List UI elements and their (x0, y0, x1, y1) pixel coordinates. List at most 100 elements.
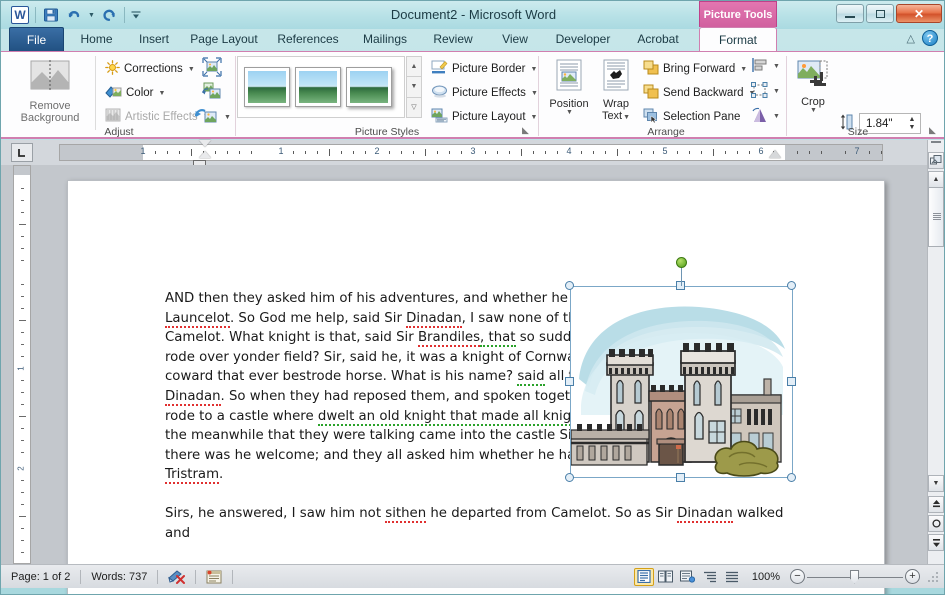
minimize-ribbon-icon[interactable]: △ (907, 32, 915, 45)
tab-home[interactable]: Home (69, 27, 124, 52)
right-indent-marker[interactable] (769, 150, 781, 158)
castle-clipart[interactable] (571, 287, 792, 477)
chevron-down-icon: ▼ (810, 107, 817, 114)
vruler-number: 2 (17, 466, 26, 470)
ruler-number: 2 (374, 146, 379, 156)
ribbon-group-size: Crop ▼ 1.84" ▲▼ (1, 52, 945, 139)
select-browse-object-button[interactable] (928, 515, 944, 532)
page-indicator[interactable]: Page: 1 of 2 (1, 566, 80, 588)
tab-page-layout[interactable]: Page Layout (182, 27, 266, 52)
qat-divider-2 (124, 7, 125, 23)
tab-insert[interactable]: Insert (128, 27, 180, 52)
crop-button[interactable]: Crop ▼ (792, 56, 834, 114)
word-count[interactable]: Words: 737 (81, 566, 157, 588)
paragraph[interactable]: Sirs, he answered, I saw him not sithen … (165, 504, 787, 543)
handle-top-right[interactable] (787, 281, 796, 290)
ruler-row: 1 1 2 3 4 5 6 7 (1, 140, 945, 165)
zoom-slider-knob[interactable] (850, 570, 859, 584)
redo-icon[interactable] (99, 5, 119, 25)
tab-view[interactable]: View (489, 27, 541, 52)
split-window-handle[interactable] (931, 141, 941, 143)
document-workspace: 1 2 AND then they asked him of his adven… (1, 165, 945, 564)
size-dialog-launcher[interactable]: ◣ (929, 125, 940, 136)
help-icon[interactable]: ? (922, 30, 938, 46)
record-macro-icon[interactable] (196, 566, 232, 588)
ruler-number: 3 (470, 146, 475, 156)
tab-review[interactable]: Review (423, 27, 483, 52)
tab-format[interactable]: Format (699, 27, 777, 52)
vertical-scrollbar[interactable]: ▲ ▼ (927, 140, 944, 564)
handle-bottom-right[interactable] (787, 473, 796, 482)
ruler-number: 5 (662, 146, 667, 156)
word-application-window: Document2 - Microsoft Word W (0, 0, 945, 595)
zoom-slider[interactable] (807, 569, 903, 585)
zoom-out-button[interactable]: − (790, 569, 805, 584)
ribbon-corner-controls: △ ? (907, 30, 938, 46)
previous-page-button[interactable] (928, 496, 944, 513)
grammar-error[interactable]: said (517, 369, 544, 386)
save-icon[interactable] (41, 5, 61, 25)
contextual-tab-picture-tools: Picture Tools (699, 1, 777, 27)
ruler-number: 6 (758, 146, 763, 156)
tab-file[interactable]: File (9, 27, 64, 52)
word-logo-icon[interactable]: W (10, 5, 30, 25)
ribbon: Remove Background (1, 51, 945, 139)
next-page-button[interactable] (928, 534, 944, 551)
close-button[interactable]: ✕ (896, 4, 942, 23)
ruler-number: 4 (566, 146, 571, 156)
outline-view-button[interactable] (700, 568, 720, 586)
title-bar: Document2 - Microsoft Word W (1, 1, 945, 29)
tab-developer[interactable]: Developer (545, 27, 621, 52)
document-page[interactable]: AND then they asked him of his adventure… (67, 180, 885, 595)
full-screen-reading-view-button[interactable] (656, 568, 676, 586)
undo-icon[interactable] (64, 5, 84, 25)
ruler-number: 1 (140, 146, 145, 156)
tab-acrobat[interactable]: Acrobat (625, 27, 691, 52)
handle-middle-right[interactable] (787, 377, 796, 386)
undo-dropdown-icon[interactable]: ▼ (87, 5, 96, 25)
quick-access-toolbar: W ▼ (5, 3, 147, 27)
qat-divider (35, 7, 36, 23)
proofing-errors-icon[interactable] (158, 566, 195, 588)
vertical-ruler[interactable]: 1 2 (13, 165, 31, 564)
selected-picture-container[interactable] (570, 286, 793, 478)
minimize-button[interactable] (836, 4, 864, 23)
window-controls: ✕ (836, 4, 942, 23)
horizontal-ruler[interactable]: 1 1 2 3 4 5 6 7 (59, 144, 883, 161)
spelling-error[interactable]: sithen (385, 506, 426, 523)
print-layout-view-button[interactable] (634, 568, 654, 586)
grammar-error[interactable]: , that (480, 330, 515, 347)
scrollbar-thumb[interactable] (928, 187, 944, 247)
spelling-error[interactable]: Dinadan (406, 311, 462, 328)
ruler-left-margin (60, 145, 143, 160)
spelling-error[interactable]: Launcelot (165, 311, 230, 328)
handle-bottom-center[interactable] (676, 473, 685, 482)
zoom-level[interactable]: 100% (744, 571, 788, 583)
hanging-indent-marker[interactable] (199, 151, 211, 158)
spelling-error[interactable]: Dinadan (165, 389, 221, 406)
tab-mailings[interactable]: Mailings (351, 27, 419, 52)
customize-qat-icon[interactable] (130, 5, 142, 25)
spelling-error[interactable]: Brandiles (418, 330, 480, 347)
window-resize-grip[interactable] (926, 570, 940, 584)
scroll-down-button[interactable]: ▼ (928, 475, 944, 492)
split-box-icon[interactable] (928, 152, 944, 169)
draft-view-button[interactable] (722, 568, 742, 586)
crop-icon (796, 59, 830, 94)
tab-references[interactable]: References (269, 27, 347, 52)
rotate-handle[interactable] (676, 257, 687, 268)
maximize-button[interactable] (866, 4, 894, 23)
zoom-in-button[interactable]: + (905, 569, 920, 584)
tab-stop-selector[interactable] (11, 143, 33, 162)
handle-bottom-left[interactable] (565, 473, 574, 482)
spelling-error[interactable]: Dinadan (677, 506, 733, 523)
web-layout-view-button[interactable] (678, 568, 698, 586)
status-bar: Page: 1 of 2 Words: 737 (1, 564, 945, 588)
first-line-indent-marker[interactable] (199, 140, 211, 147)
handle-middle-left[interactable] (565, 377, 574, 386)
view-controls: 100% − + (634, 568, 945, 586)
scroll-up-button[interactable]: ▲ (928, 171, 944, 188)
ruler-number: 1 (278, 146, 283, 156)
handle-top-left[interactable] (565, 281, 574, 290)
spelling-error[interactable]: Tristram (165, 467, 219, 484)
